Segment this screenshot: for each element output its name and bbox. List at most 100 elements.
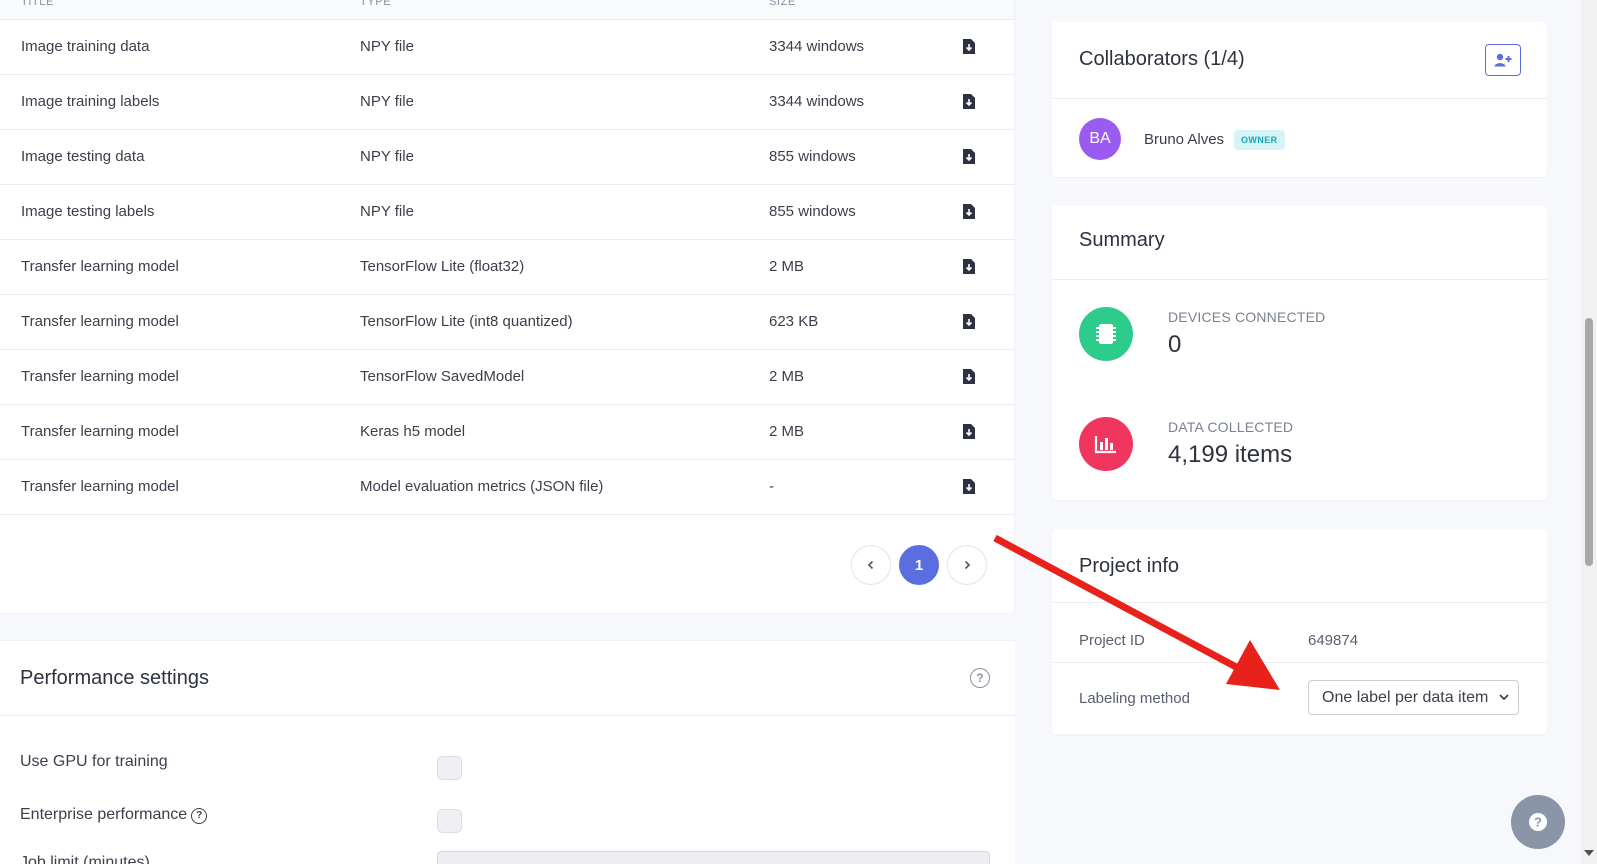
page-1-button[interactable]: 1 [899, 545, 939, 585]
use-gpu-label: Use GPU for training [20, 753, 168, 770]
table-row: Transfer learning model TensorFlow Lite (… [0, 295, 1014, 350]
data-collected-label: DATA COLLECTED [1168, 419, 1294, 435]
labeling-method-label: Labeling method [1079, 690, 1190, 707]
chevron-left-icon [867, 560, 874, 570]
download-icon[interactable] [963, 39, 975, 54]
row-size: 3344 windows [769, 93, 865, 110]
row-title: Transfer learning model [21, 423, 179, 440]
chevron-down-icon [1499, 694, 1509, 701]
devices-connected-label: DEVICES CONNECTED [1168, 309, 1326, 325]
table-row: Transfer learning model TensorFlow Lite (… [0, 240, 1014, 295]
project-id-label: Project ID [1079, 632, 1145, 649]
download-icon[interactable] [963, 369, 975, 384]
scrollbar-thumb[interactable] [1585, 318, 1593, 566]
help-button[interactable]: ? [1511, 795, 1565, 849]
row-title: Transfer learning model [21, 478, 179, 495]
enterprise-performance-label: Enterprise performance? [20, 806, 208, 824]
header-title: TITLE [21, 0, 54, 8]
project-info-title: Project info [1079, 555, 1180, 577]
table-row: Transfer learning model TensorFlow SavedM… [0, 350, 1014, 405]
row-title: Image training data [21, 38, 150, 55]
chevron-right-icon [964, 560, 971, 570]
help-circle-icon[interactable]: ? [191, 807, 208, 824]
table-header: TITLE TYPE SIZE [0, 0, 1014, 20]
help-circle-icon[interactable]: ? [970, 668, 990, 688]
row-size: 623 KB [769, 313, 819, 330]
download-icon[interactable] [963, 204, 975, 219]
row-type: NPY file [360, 203, 414, 220]
use-gpu-checkbox[interactable] [437, 756, 462, 780]
enterprise-performance-text: Enterprise performance [20, 806, 188, 823]
download-icon[interactable] [963, 94, 975, 109]
download-icon[interactable] [963, 424, 975, 439]
left-panel: TITLE TYPE SIZE Image training data NPY f… [0, 0, 1015, 864]
row-type: TensorFlow Lite (int8 quantized) [360, 313, 573, 330]
download-icon[interactable] [963, 259, 975, 274]
row-type: TensorFlow Lite (float32) [360, 258, 525, 275]
add-collaborator-button[interactable] [1485, 44, 1521, 76]
owner-badge: OWNER [1234, 130, 1285, 150]
pagination: 1 [851, 545, 987, 585]
table-row: Transfer learning model Model evaluation … [0, 460, 1014, 515]
row-size: - [769, 478, 774, 495]
row-type: Keras h5 model [360, 423, 466, 440]
performance-title: Performance settings [20, 667, 209, 689]
avatar: BA [1079, 118, 1121, 160]
summary-card: Summary DEVICES CONNECTED 0 DATA COLLECT… [1052, 206, 1547, 500]
collaborators-card: Collaborators (1/4) BA Bruno Alves OWNER [1052, 22, 1547, 177]
table-row: Image testing data NPY file 855 windows [0, 130, 1014, 185]
collaborators-title: Collaborators (1/4) [1079, 48, 1245, 70]
svg-text:?: ? [1534, 815, 1542, 830]
question-icon: ? [1529, 813, 1547, 831]
download-icon[interactable] [963, 149, 975, 164]
job-limit-label: Job limit (minutes) [20, 854, 150, 864]
row-title: Image training labels [21, 93, 160, 110]
row-type: NPY file [360, 93, 414, 110]
enterprise-performance-checkbox[interactable] [437, 809, 462, 833]
table-row: Transfer learning model Keras h5 model 2 M… [0, 405, 1014, 460]
divider [1052, 602, 1547, 603]
scroll-down-arrow-icon[interactable] [1584, 850, 1594, 856]
page-scrollbar[interactable] [1581, 0, 1597, 864]
row-size: 2 MB [769, 423, 805, 440]
project-info-card: Project info Project ID 649874 Labeling … [1052, 529, 1547, 734]
header-size: SIZE [769, 0, 796, 8]
labeling-method-value: One label per data item [1322, 689, 1489, 706]
row-title: Transfer learning model [21, 368, 179, 385]
next-page-button[interactable] [947, 545, 987, 585]
divider [0, 715, 1015, 716]
download-icon[interactable] [963, 314, 975, 329]
row-title: Transfer learning model [21, 258, 179, 275]
bar-chart-icon [1079, 417, 1133, 471]
divider [1052, 98, 1547, 99]
table-row: Image training labels NPY file 3344 window… [0, 75, 1014, 130]
chip-icon [1079, 307, 1133, 361]
row-size: 855 windows [769, 148, 856, 165]
row-size: 2 MB [769, 258, 805, 275]
row-size: 3344 windows [769, 38, 865, 55]
row-type: Model evaluation metrics (JSON file) [360, 478, 604, 495]
table-row: Image testing labels NPY file 855 windows [0, 185, 1014, 240]
row-type: NPY file [360, 38, 414, 55]
downloads-table: TITLE TYPE SIZE Image training data NPY f… [0, 0, 1015, 612]
project-id-value: 649874 [1308, 632, 1359, 649]
labeling-method-select[interactable]: One label per data item [1308, 680, 1519, 715]
row-title: Image testing data [21, 148, 145, 165]
job-limit-input[interactable]: 20 [437, 851, 990, 864]
divider [1052, 279, 1547, 280]
performance-settings-card: Performance settings ? Use GPU for train… [0, 640, 1015, 864]
prev-page-button[interactable] [851, 545, 891, 585]
summary-title: Summary [1079, 229, 1165, 251]
collaborator-name: Bruno Alves [1144, 131, 1225, 148]
data-collected-value: 4,199 items [1168, 441, 1293, 468]
divider [1052, 662, 1547, 663]
header-type: TYPE [360, 0, 392, 8]
row-title: Image testing labels [21, 203, 155, 220]
user-plus-icon [1494, 53, 1512, 67]
devices-connected-value: 0 [1168, 331, 1182, 358]
download-icon[interactable] [963, 479, 975, 494]
row-size: 2 MB [769, 368, 805, 385]
table-row: Image training data NPY file 3344 windows [0, 20, 1014, 75]
row-size: 855 windows [769, 203, 856, 220]
row-title: Transfer learning model [21, 313, 179, 330]
